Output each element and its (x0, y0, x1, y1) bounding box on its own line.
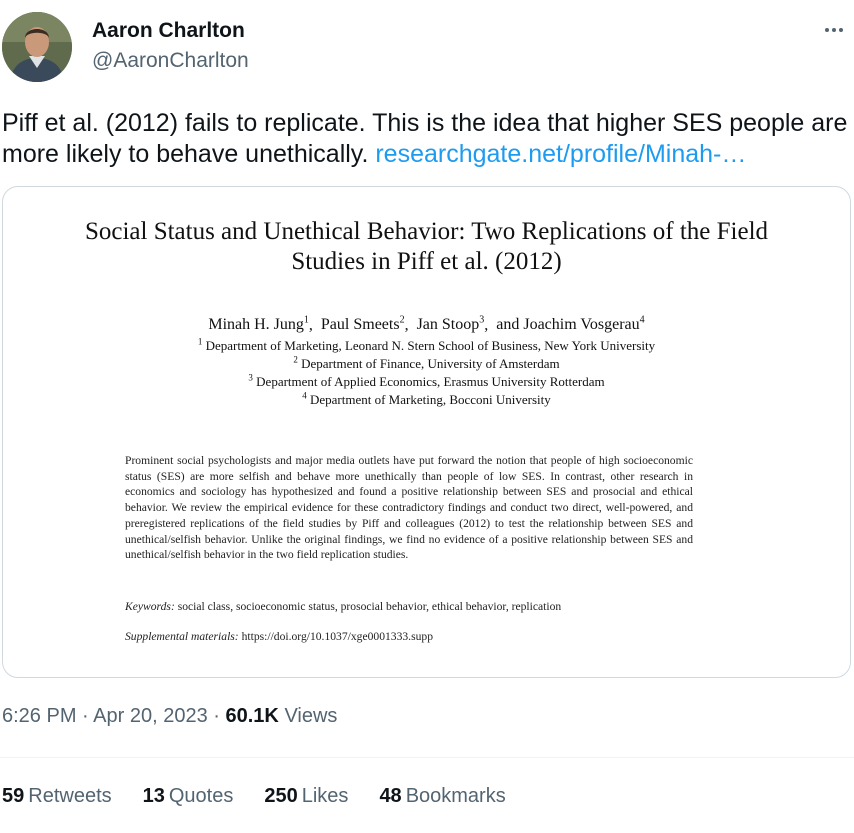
author-handle[interactable]: @AaronCharlton (92, 49, 249, 73)
retweets-stat[interactable]: 59 Retweets (2, 785, 112, 808)
avatar[interactable] (2, 12, 72, 82)
affiliation: 3 Department of Applied Economics, Erasm… (248, 372, 605, 389)
affiliation: 4 Department of Marketing, Bocconi Unive… (302, 390, 551, 407)
more-horizontal-icon (825, 28, 829, 32)
author-entry: Minah H. Jung1 (208, 315, 309, 334)
paper-title-line: Studies in Piff et al. (2012) (291, 248, 562, 275)
tweet-date[interactable]: Apr 20, 2023 (93, 705, 208, 727)
author-entry: Paul Smeets2 (320, 315, 405, 334)
separator: · (82, 705, 89, 727)
tweet-time[interactable]: 6:26 PM (2, 705, 76, 727)
paper-affiliations: 1 Department of Marketing, Leonard N. St… (3, 337, 850, 409)
paper-keywords: Keywords: social class, socioeconomic st… (125, 600, 562, 613)
paper-title-line: Social Status and Unethical Behavior: Tw… (84, 218, 769, 245)
paper-supplemental: Supplemental materials: https://doi.org/… (125, 630, 433, 643)
more-horizontal-icon (839, 28, 843, 32)
author-entry: and Joachim Vosgerau4 (496, 315, 645, 334)
paper-abstract: Prominent social psychologists and major… (125, 454, 693, 562)
views-label: Views (284, 705, 338, 727)
affiliation: 2 Department of Finance, University of A… (293, 354, 560, 371)
tweet-meta: 6:26 PM · Apr 20, 2023 · 60.1K Views (2, 705, 337, 728)
separator: · (213, 705, 220, 727)
bookmarks-stat[interactable]: 48 Bookmarks (379, 785, 505, 808)
paper-authors: Minah H. Jung1, Paul Smeets2, Jan Stoop3… (208, 315, 645, 334)
paper-preview: Social Status and Unethical Behavior: Tw… (3, 187, 850, 677)
paper-title: Social Status and Unethical Behavior: Tw… (3, 217, 850, 277)
views-count: 60.1K (225, 705, 279, 727)
author-name[interactable]: Aaron Charlton (92, 19, 245, 43)
engagement-stats: 59 Retweets 13 Quotes 250 Likes 48 Bookmarks (2, 785, 537, 808)
affiliation: 1 Department of Marketing, Leonard N. St… (197, 336, 656, 353)
quotes-stat[interactable]: 13 Quotes (143, 785, 234, 808)
more-options-button[interactable] (820, 18, 848, 42)
likes-stat[interactable]: 250 Likes (264, 785, 348, 808)
media-image[interactable]: Social Status and Unethical Behavior: Tw… (2, 186, 851, 678)
tweet-text: Piff et al. (2012) fails to replicate. T… (2, 108, 850, 170)
author-entry: Jan Stoop3 (416, 315, 485, 334)
more-horizontal-icon (832, 28, 836, 32)
divider (0, 757, 854, 758)
tweet-link[interactable]: researchgate.net/profile/Minah-… (375, 140, 746, 168)
